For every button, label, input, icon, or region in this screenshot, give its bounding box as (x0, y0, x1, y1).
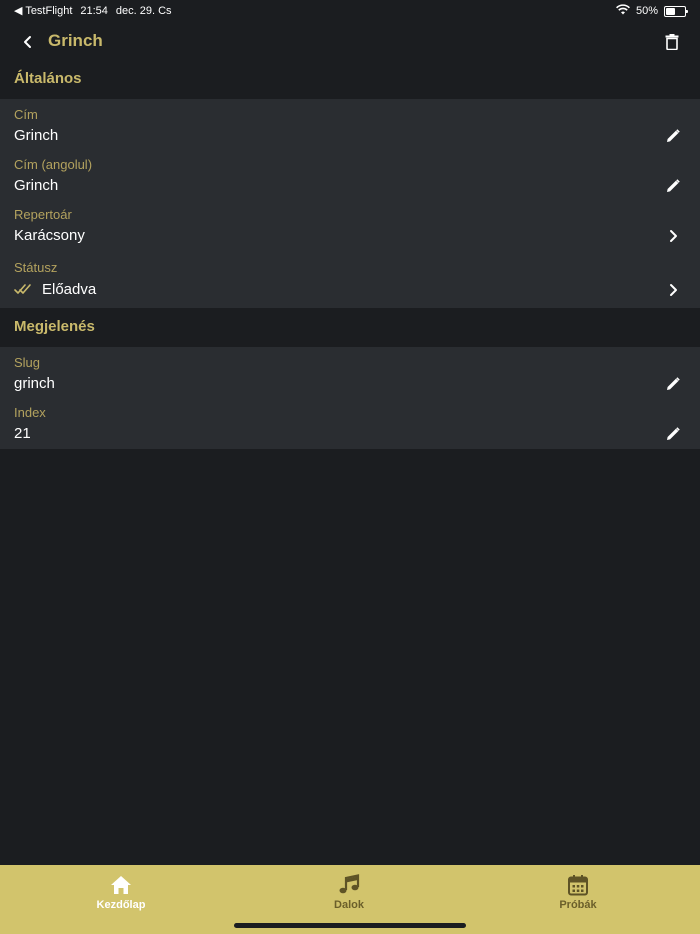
chevron-right-icon (670, 230, 677, 242)
back-to-app-link[interactable]: ◀ TestFlight (14, 4, 72, 17)
field-value: 21 (14, 425, 31, 442)
field-value: Grinch (14, 127, 59, 144)
status-date: dec. 29. Cs (115, 4, 172, 17)
field-label: Státusz (14, 260, 58, 275)
appearance-group: Slug grinch Index 21 (0, 347, 700, 449)
tab-label: Kezdőlap (96, 899, 146, 911)
field-label: Slug (14, 355, 41, 370)
edit-title-button[interactable] (664, 127, 682, 145)
home-icon (61, 873, 181, 897)
field-repertoire[interactable]: Repertoár Karácsony (0, 199, 700, 249)
field-value: Grinch (14, 177, 59, 194)
section-header-general: Általános (14, 70, 82, 87)
general-group: Cím Grinch Cím (angolul) Grinch Repertoá… (0, 99, 700, 308)
delete-button[interactable] (660, 30, 684, 54)
calendar-icon (518, 873, 638, 897)
back-button[interactable] (16, 30, 40, 54)
pencil-icon (667, 377, 680, 390)
field-slug[interactable]: Slug grinch (0, 347, 700, 397)
field-value: Előadva (42, 281, 97, 298)
field-status[interactable]: Státusz Előadva (0, 249, 700, 304)
status-bar: ◀ TestFlight 21:54 dec. 29. Cs 50% (0, 0, 700, 20)
tab-songs[interactable]: Dalok (289, 873, 409, 911)
home-indicator (234, 923, 466, 928)
field-label: Cím (14, 107, 38, 122)
tab-label: Próbák (559, 899, 597, 911)
pencil-icon (667, 179, 680, 192)
field-label: Index (14, 405, 46, 420)
edit-index-button[interactable] (664, 425, 682, 443)
field-title[interactable]: Cím Grinch (0, 99, 700, 149)
edit-title-english-button[interactable] (664, 177, 682, 195)
music-note-icon (289, 873, 409, 897)
field-label: Repertoár (14, 207, 72, 222)
repertoire-disclosure[interactable] (664, 227, 682, 245)
field-value: Karácsony (14, 227, 85, 244)
field-value: grinch (14, 375, 55, 392)
field-label: Cím (angolul) (14, 157, 93, 172)
field-index[interactable]: Index 21 (0, 397, 700, 447)
trash-icon (665, 34, 679, 50)
pencil-icon (667, 427, 680, 440)
wifi-icon (616, 4, 630, 18)
chevron-left-icon (24, 36, 31, 48)
tab-home[interactable]: Kezdőlap (61, 873, 181, 911)
status-time: 21:54 (80, 4, 108, 17)
pencil-icon (667, 129, 680, 142)
battery-fill (666, 7, 675, 15)
navigation-bar: Grinch (0, 22, 700, 60)
tab-label: Dalok (334, 899, 364, 911)
tab-rehearsals[interactable]: Próbák (518, 873, 638, 911)
page-title: Grinch (48, 31, 103, 50)
section-header-appearance: Megjelenés (14, 318, 95, 335)
field-title-english[interactable]: Cím (angolul) Grinch (0, 149, 700, 199)
edit-slug-button[interactable] (664, 375, 682, 393)
status-disclosure[interactable] (664, 281, 682, 299)
battery-percent: 50% (635, 5, 658, 17)
battery-icon (664, 5, 688, 17)
chevron-right-icon (670, 284, 677, 296)
double-check-icon (14, 282, 34, 298)
